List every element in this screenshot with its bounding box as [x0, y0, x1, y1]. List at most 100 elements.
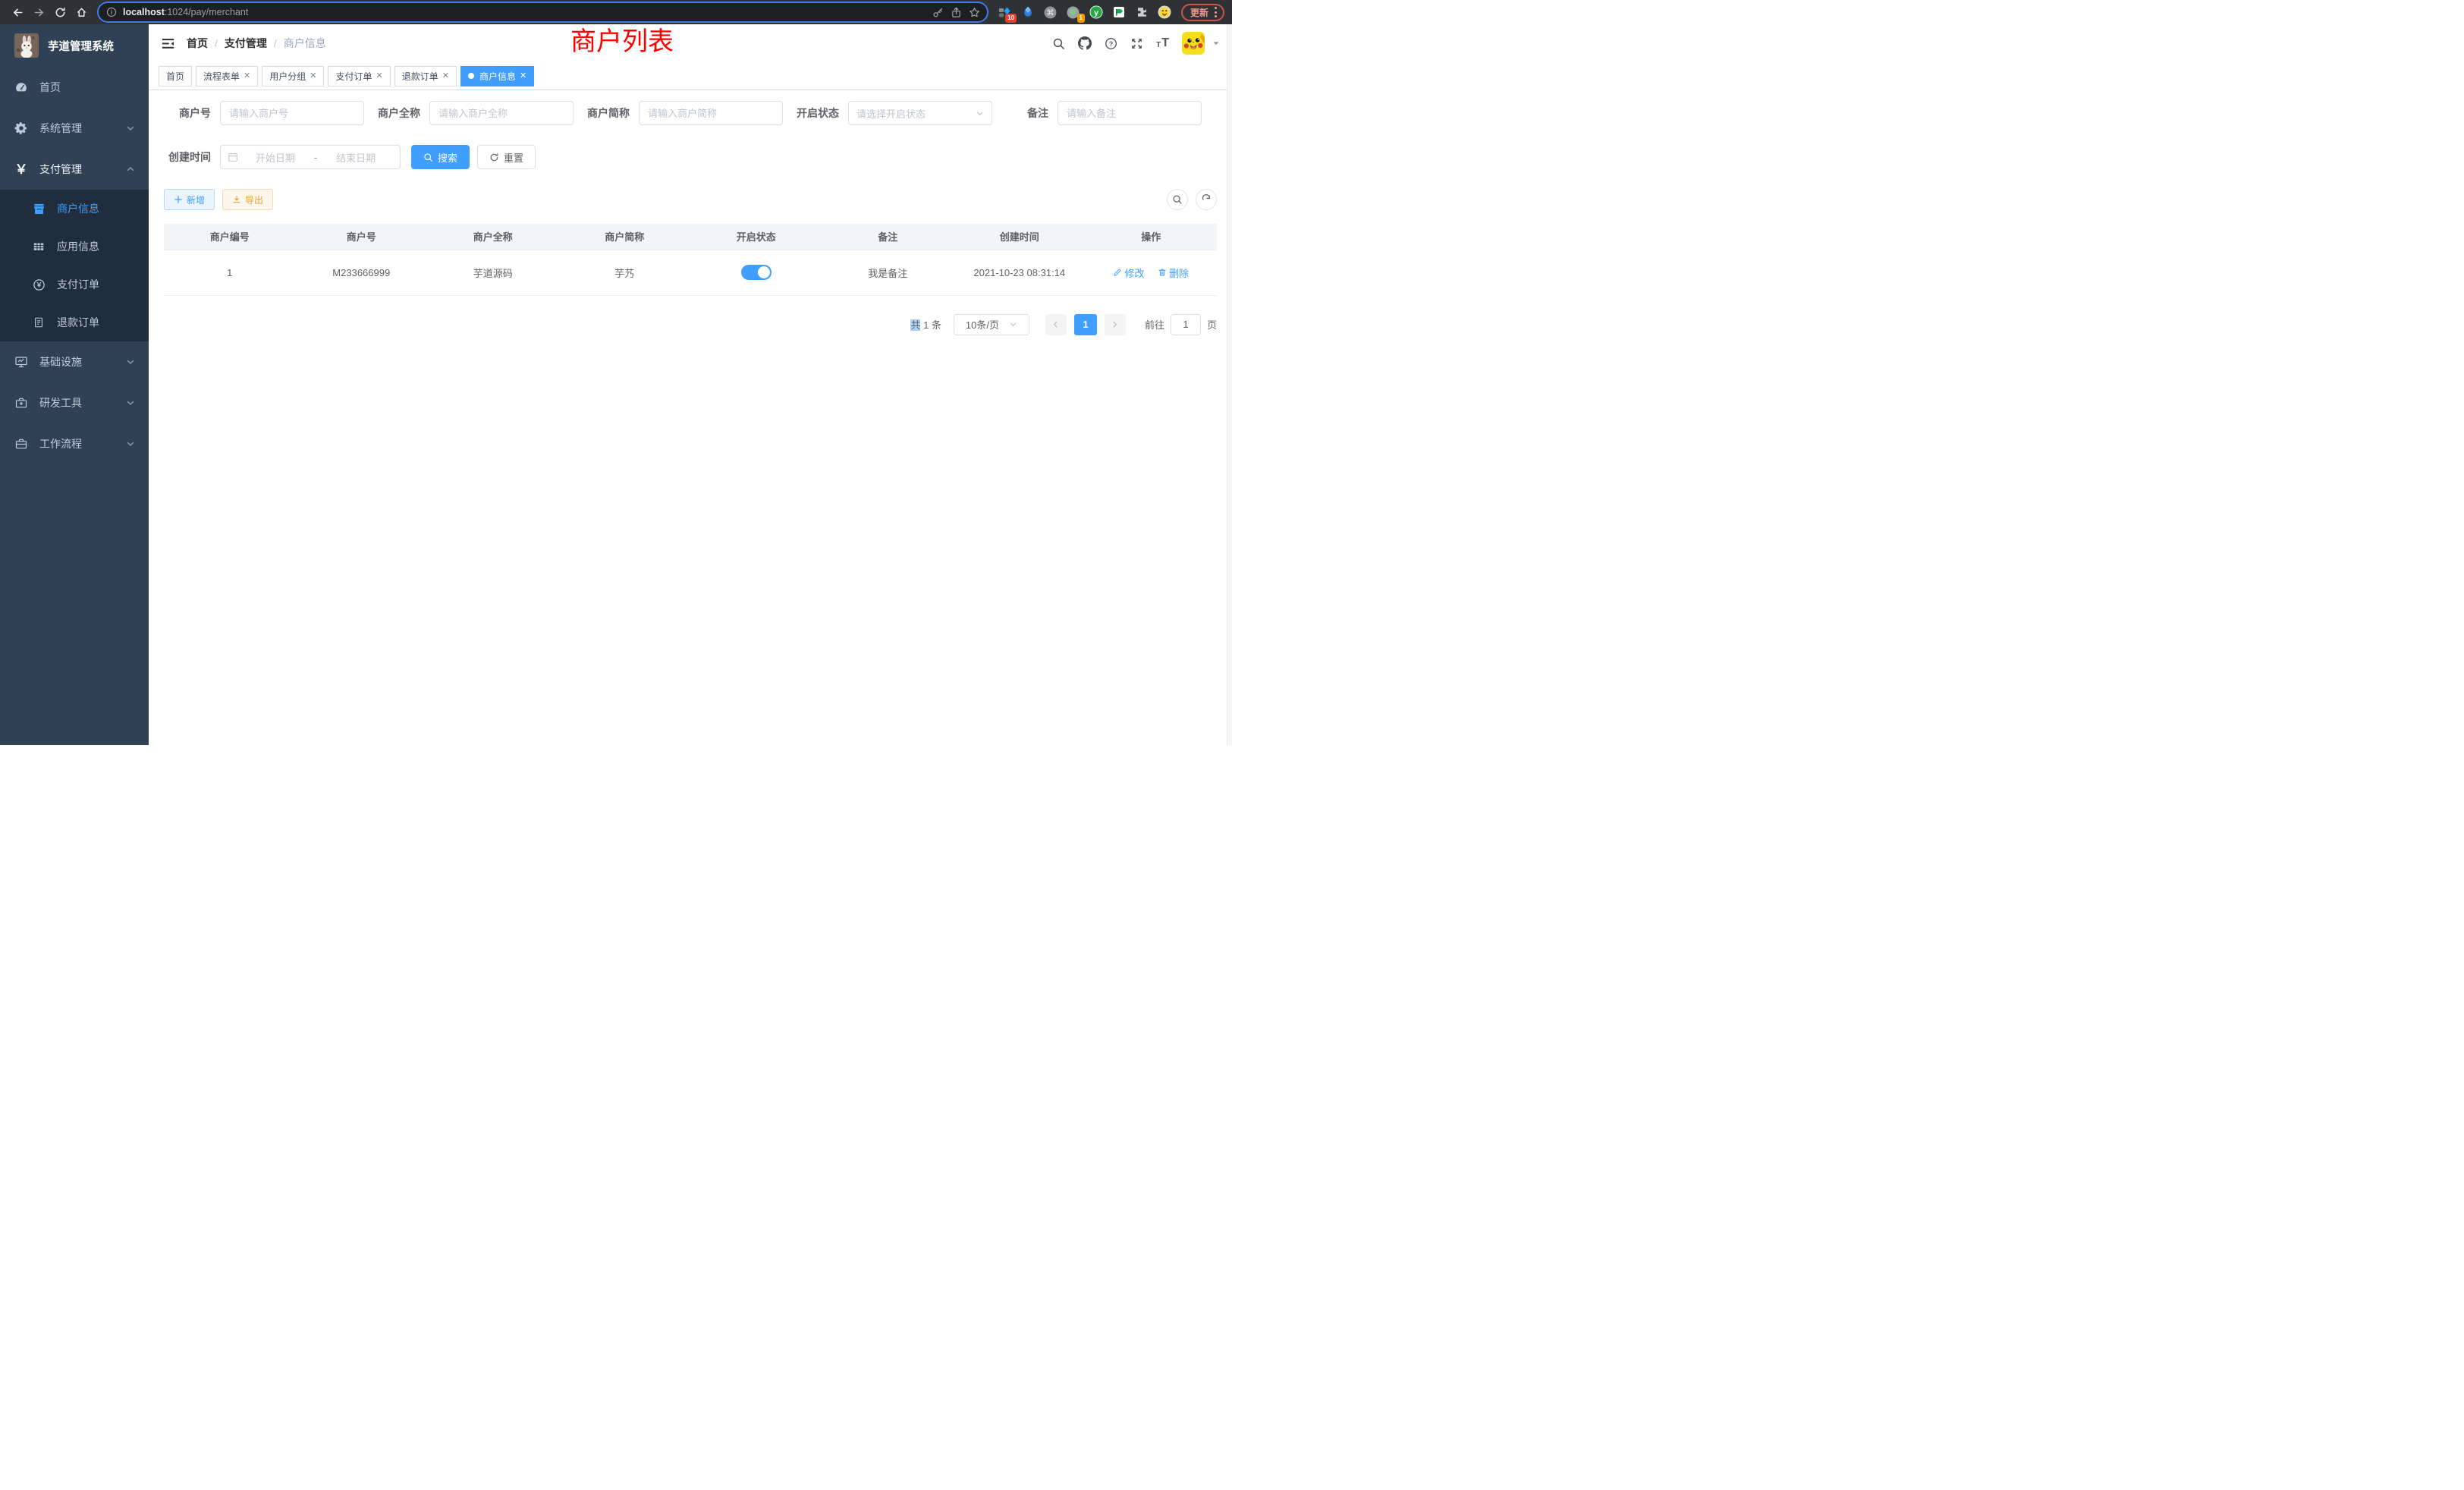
svg-text:￥: ￥ [36, 281, 42, 288]
add-button-label: 新增 [187, 193, 205, 206]
search-icon[interactable] [1052, 37, 1065, 50]
sidebar-item-workflow[interactable]: 工作流程 [0, 423, 149, 464]
tab-pay-order[interactable]: 支付订单 ✕ [328, 66, 390, 86]
sidebar-logo-row[interactable]: 芋道管理系统 [0, 24, 149, 67]
url-text: localhost:1024/pay/merchant [123, 7, 929, 17]
tab-close-icon[interactable]: ✕ [244, 72, 250, 80]
add-button[interactable]: 新增 [164, 189, 215, 210]
reset-button-label: 重置 [504, 150, 523, 165]
tab-user-group[interactable]: 用户分组 ✕ [262, 66, 324, 86]
reset-button[interactable]: 重置 [477, 145, 536, 169]
browser-forward-button[interactable] [29, 2, 49, 22]
user-avatar[interactable] [1182, 32, 1205, 55]
short-name-input[interactable] [639, 101, 783, 125]
extension-blocks-icon[interactable]: 10 [996, 3, 1014, 21]
cell-short-name: 芋艿 [559, 250, 691, 295]
full-name-input[interactable] [429, 101, 574, 125]
sidebar-item-system[interactable]: 系统管理 [0, 108, 149, 149]
svg-text:⌘: ⌘ [1047, 9, 1054, 17]
status-select[interactable]: 请选择开启状态 [848, 101, 992, 125]
sidebar-item-pay-order[interactable]: ￥ 支付订单 [0, 266, 149, 303]
extensions-puzzle-icon[interactable] [1133, 3, 1151, 21]
tab-merchant-info-active[interactable]: 商户信息 ✕ [460, 66, 534, 86]
filter-short-name: 商户简称 [583, 101, 783, 125]
total-count: 1 [923, 319, 929, 331]
sidebar-item-refund-order[interactable]: 退款订单 [0, 303, 149, 341]
extension-recorder-icon[interactable]: 1 [1064, 3, 1083, 21]
browser-reload-button[interactable] [50, 2, 70, 22]
search-button[interactable]: 搜索 [411, 145, 470, 169]
avatar-caret-icon[interactable] [1212, 39, 1220, 47]
share-icon[interactable] [948, 3, 966, 21]
extension-command-icon[interactable]: ⌘ [1042, 3, 1060, 21]
page-number-current[interactable]: 1 [1074, 314, 1097, 335]
pay-order-icon: ￥ [31, 278, 46, 291]
font-size-icon[interactable]: TT [1156, 37, 1169, 49]
tab-refund-order[interactable]: 退款订单 ✕ [394, 66, 457, 86]
bookmark-star-icon[interactable] [966, 3, 984, 21]
trash-icon [1158, 268, 1167, 277]
tab-close-icon[interactable]: ✕ [442, 72, 449, 80]
dashboard-icon [14, 80, 29, 94]
remark-input[interactable] [1058, 101, 1202, 125]
fullscreen-icon[interactable] [1130, 37, 1143, 50]
breadcrumb-current: 商户信息 [284, 36, 326, 51]
tab-close-icon[interactable]: ✕ [376, 72, 383, 80]
extension-kite-icon[interactable] [1019, 3, 1037, 21]
browser-update-button[interactable]: 更新 [1181, 4, 1224, 21]
scrollbar-track[interactable] [1227, 24, 1232, 745]
sidebar-item-label: 基础设施 [39, 354, 82, 369]
breadcrumb-home[interactable]: 首页 [187, 36, 208, 51]
browser-menu-kebab-icon[interactable] [1212, 7, 1219, 17]
page-info-icon[interactable] [106, 7, 117, 17]
tab-home[interactable]: 首页 [159, 66, 192, 86]
extension-flag-icon[interactable] [1110, 3, 1128, 21]
col-remark: 备注 [822, 224, 954, 250]
sidebar-fold-icon[interactable] [161, 36, 175, 51]
tab-label: 商户信息 [479, 70, 516, 83]
edit-link[interactable]: 修改 [1113, 266, 1144, 280]
filter-create-time: 创建时间 开始日期 - 结束日期 [164, 145, 401, 169]
browser-home-button[interactable] [71, 2, 91, 22]
refresh-table-button[interactable] [1196, 189, 1217, 210]
next-page-button[interactable] [1105, 314, 1126, 335]
github-icon[interactable] [1078, 36, 1092, 50]
sidebar-menu: 首页 系统管理 ￥ 支付管理 [0, 67, 149, 464]
tab-close-icon[interactable]: ✕ [520, 72, 526, 80]
status-switch-on[interactable] [741, 265, 772, 280]
breadcrumb-payment[interactable]: 支付管理 [225, 36, 267, 51]
sidebar-item-label: 支付订单 [57, 277, 99, 292]
tab-close-icon[interactable]: ✕ [310, 72, 316, 80]
forward-arrow-icon [33, 7, 45, 18]
extension-y-icon[interactable]: y [1087, 3, 1105, 21]
sidebar-item-app-info[interactable]: 应用信息 [0, 228, 149, 266]
pagination-total: 共 1 条 [910, 317, 941, 332]
url-bar[interactable]: localhost:1024/pay/merchant [99, 3, 987, 21]
sidebar-item-dev-tools[interactable]: 研发工具 [0, 382, 149, 423]
delete-link[interactable]: 删除 [1158, 266, 1189, 280]
chevron-up-icon [126, 165, 135, 174]
browser-back-button[interactable] [8, 2, 27, 22]
app-title: 芋道管理系统 [48, 38, 114, 54]
export-button[interactable]: 导出 [222, 189, 273, 210]
help-icon[interactable]: ? [1105, 37, 1117, 50]
sidebar-item-infrastructure[interactable]: 基础设施 [0, 341, 149, 382]
show-search-toggle-button[interactable] [1167, 189, 1188, 210]
chevron-down-icon [126, 124, 135, 133]
sidebar-item-payment[interactable]: ￥ 支付管理 [0, 149, 149, 190]
tab-process-form[interactable]: 流程表单 ✕ [196, 66, 258, 86]
browser-profile-avatar[interactable] [1155, 3, 1174, 21]
filter-merchant-no: 商户号 [164, 101, 364, 125]
date-range-separator: - [313, 152, 319, 163]
merchant-no-input[interactable] [220, 101, 364, 125]
sidebar-item-home[interactable]: 首页 [0, 67, 149, 108]
workflow-icon [14, 437, 29, 451]
page-size-select[interactable]: 10条/页 [954, 314, 1029, 335]
sidebar-item-merchant-info[interactable]: 商户信息 [0, 190, 149, 228]
start-date-placeholder: 开始日期 [238, 150, 313, 165]
prev-page-button[interactable] [1045, 314, 1067, 335]
password-key-icon[interactable] [929, 3, 948, 21]
shop-icon [31, 203, 46, 215]
goto-page-input[interactable] [1171, 314, 1201, 335]
date-range-picker[interactable]: 开始日期 - 结束日期 [220, 145, 401, 169]
